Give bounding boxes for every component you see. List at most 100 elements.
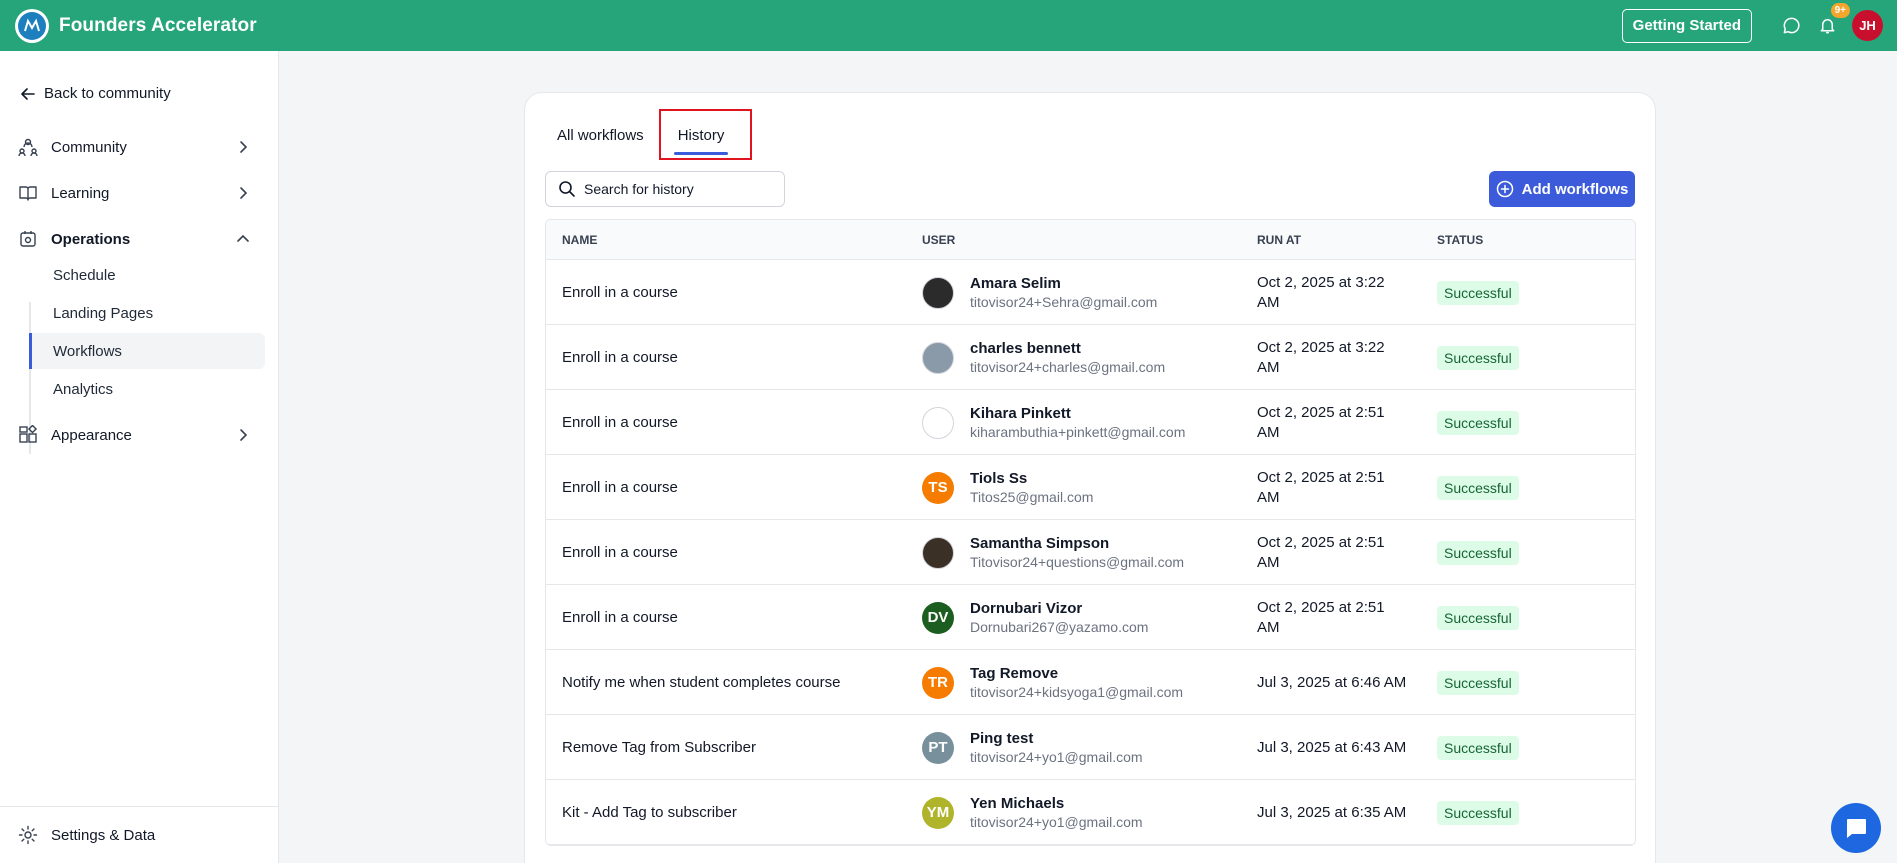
sidebar-subitem-schedule[interactable]: Schedule — [29, 257, 265, 293]
add-workflows-label: Add workflows — [1521, 180, 1629, 198]
user-name: Dornubari Vizor — [970, 599, 1083, 617]
sidebar-subitem-analytics[interactable]: Analytics — [29, 371, 265, 407]
run-at: Jul 3, 2025 at 6:46 AM — [1257, 673, 1407, 691]
chat-icon[interactable] — [1780, 15, 1802, 37]
user-avatar — [922, 276, 954, 309]
run-at: Oct 2, 2025 at 2:51 AM — [1257, 598, 1385, 636]
community-icon — [18, 137, 38, 157]
status-cell: Successful — [1437, 455, 1519, 520]
run-at: Oct 2, 2025 at 2:51 AM — [1257, 403, 1385, 441]
sidebar-item-label: Learning — [51, 184, 110, 202]
run-at: Oct 2, 2025 at 2:51 AM — [1257, 533, 1385, 571]
status-badge: Successful — [1437, 800, 1519, 825]
notification-bell-icon[interactable]: 9+ — [1816, 2, 1850, 37]
column-header-status[interactable]: STATUS — [1437, 233, 1483, 247]
table-row[interactable]: Enroll in a course charles bennett titovis… — [546, 325, 1635, 390]
back-label: Back to community — [44, 85, 171, 102]
sidebar-subitem-workflows[interactable]: Workflows — [29, 333, 265, 369]
chat-bubble-icon — [1847, 819, 1866, 838]
run-at: Oct 2, 2025 at 2:51 AM — [1257, 468, 1385, 506]
workflow-name: Enroll in a course — [562, 349, 678, 366]
status-badge: Successful — [1437, 345, 1519, 370]
column-header-name[interactable]: NAME — [562, 233, 597, 247]
brand-logo[interactable] — [15, 8, 49, 43]
user-name: charles bennett — [970, 339, 1081, 357]
run-at: Oct 2, 2025 at 3:22 AM — [1257, 338, 1385, 376]
user-name: Kihara Pinkett — [970, 404, 1071, 422]
user-avatar[interactable]: JH — [1852, 10, 1883, 41]
user-avatar — [922, 341, 954, 374]
table-row[interactable]: Notify me when student completes course T… — [546, 650, 1635, 715]
sidebar-item-label: Appearance — [51, 426, 132, 444]
user-cell: TS Tiols Ss Titos25@gmail.com — [922, 455, 1093, 520]
search-icon — [559, 181, 575, 197]
workflows-card: All workflows History Add workflows NAME… — [524, 92, 1656, 863]
table-row[interactable]: Remove Tag from Subscriber PT Ping test tit… — [546, 715, 1635, 780]
user-email: Titos25@gmail.com — [970, 488, 1094, 505]
notification-count-badge: 9+ — [1830, 2, 1850, 18]
column-header-run-at[interactable]: RUN AT — [1257, 233, 1301, 247]
status-badge: Successful — [1437, 540, 1519, 565]
workflow-name: Remove Tag from Subscriber — [562, 739, 756, 756]
chevron-right-icon — [240, 141, 248, 153]
table-row[interactable]: Enroll in a course Samantha Simpson Titovi… — [546, 520, 1635, 585]
user-cell: Amara Selim titovisor24+Sehra@gmail.com — [922, 260, 1157, 325]
user-email: kiharambuthia+pinkett@gmail.com — [970, 423, 1186, 440]
user-avatar — [922, 536, 954, 569]
search-input[interactable] — [584, 181, 774, 197]
sidebar-item-community[interactable]: Community — [18, 132, 260, 162]
book-icon — [18, 183, 38, 203]
status-badge: Successful — [1437, 670, 1519, 695]
user-email: titovisor24+yo1@gmail.com — [970, 748, 1143, 765]
operations-icon — [18, 229, 38, 249]
top-bar: Founders Accelerator Getting Started 9+ … — [0, 0, 1897, 51]
user-name: Yen Michaels — [970, 794, 1065, 812]
chat-support-button[interactable] — [1831, 803, 1881, 853]
search-box[interactable] — [545, 171, 785, 207]
logo-icon — [18, 11, 46, 40]
status-cell: Successful — [1437, 325, 1519, 390]
run-at: Jul 3, 2025 at 6:35 AM — [1257, 803, 1407, 821]
add-workflows-button[interactable]: Add workflows — [1489, 171, 1635, 207]
table-row[interactable]: Enroll in a course DV Dornubari Vizor Dornu… — [546, 585, 1635, 650]
table-row[interactable]: Enroll in a course TS Tiols Ss Titos25@gmai… — [546, 455, 1635, 520]
user-cell: YM Yen Michaels titovisor24+yo1@gmail.com — [922, 780, 1143, 845]
column-header-user[interactable]: USER — [922, 233, 955, 247]
chevron-right-icon — [240, 187, 248, 199]
getting-started-button[interactable]: Getting Started — [1621, 8, 1752, 43]
user-email: titovisor24+yo1@gmail.com — [970, 813, 1143, 830]
sidebar-item-learning[interactable]: Learning — [18, 178, 260, 208]
user-cell: DV Dornubari Vizor Dornubari267@yazamo.com — [922, 585, 1148, 650]
run-at: Jul 3, 2025 at 6:43 AM — [1257, 738, 1407, 756]
user-avatar: YM — [922, 796, 954, 829]
table-row[interactable]: Enroll in a course Amara Selim titovisor24… — [546, 260, 1635, 325]
chevron-up-icon — [237, 234, 249, 242]
appearance-icon — [18, 425, 38, 445]
brand-name[interactable]: Founders Accelerator — [59, 15, 257, 37]
status-cell: Successful — [1437, 650, 1519, 715]
gear-icon — [18, 825, 38, 845]
user-email: titovisor24+kidsyoga1@gmail.com — [970, 683, 1184, 700]
user-avatar: DV — [922, 601, 954, 634]
user-cell: PT Ping test titovisor24+yo1@gmail.com — [922, 715, 1143, 780]
status-badge: Successful — [1437, 410, 1519, 435]
status-cell: Successful — [1437, 520, 1519, 585]
sidebar-subitem-landing-pages[interactable]: Landing Pages — [29, 295, 265, 331]
settings-and-data-link[interactable]: Settings & Data — [0, 806, 279, 863]
user-cell: TR Tag Remove titovisor24+kidsyoga1@gmail.… — [922, 650, 1183, 715]
table-row[interactable]: Kit - Add Tag to subscriber YM Yen Michael… — [546, 780, 1635, 845]
user-name: Tiols Ss — [970, 469, 1028, 487]
user-cell: Kihara Pinkett kiharambuthia+pinkett@gmai… — [922, 390, 1185, 455]
settings-label: Settings & Data — [51, 826, 156, 844]
status-badge: Successful — [1437, 735, 1519, 760]
sidebar-item-appearance[interactable]: Appearance — [18, 420, 260, 450]
table-row[interactable]: Enroll in a course Kihara Pinkett kiharamb… — [546, 390, 1635, 455]
sidebar-item-operations[interactable]: Operations — [18, 224, 260, 254]
tab-all-workflows[interactable]: All workflows — [557, 121, 644, 149]
user-avatar: TR — [922, 666, 954, 699]
user-avatar: TS — [922, 471, 954, 504]
user-name: Tag Remove — [970, 664, 1059, 682]
back-to-community-link[interactable]: Back to community — [20, 85, 171, 102]
user-cell: charles bennett titovisor24+charles@gmail… — [922, 325, 1165, 390]
status-badge: Successful — [1437, 605, 1519, 630]
